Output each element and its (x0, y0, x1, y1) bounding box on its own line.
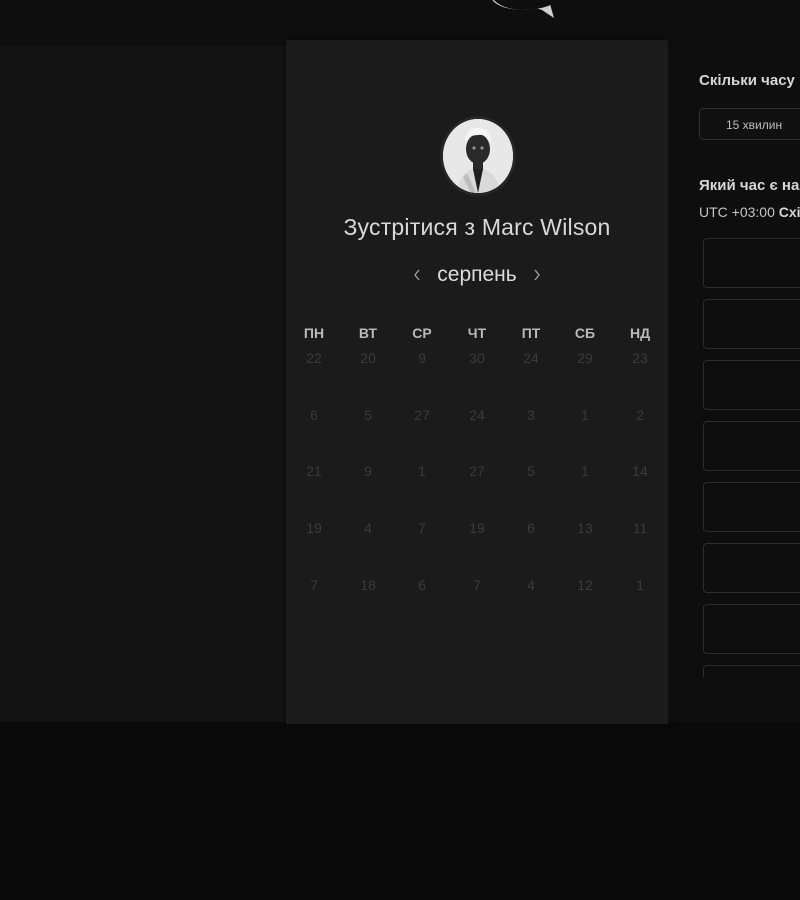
calendar-card: Зустрітися з Marc Wilson серпень ПН ВТ С… (286, 40, 668, 724)
calendar-day[interactable]: 7 (294, 577, 334, 593)
chevron-right-icon (534, 269, 540, 281)
calendar-day[interactable]: 30 (457, 350, 497, 366)
calendar-day[interactable]: 9 (348, 463, 388, 479)
calendar-day[interactable]: 29 (565, 350, 605, 366)
time-heading: Який час є на (699, 177, 800, 194)
calendar-day[interactable]: 1 (620, 577, 660, 593)
calendar-day[interactable]: 24 (511, 350, 551, 366)
calendar-day[interactable]: 4 (511, 577, 551, 593)
time-slot[interactable] (703, 421, 800, 471)
duration-select[interactable]: 15 хвилин (699, 108, 800, 140)
calendar-day[interactable]: 11 (620, 520, 660, 536)
timezone-offset: UTC +03:00 (699, 204, 775, 220)
calendar-day[interactable]: 27 (402, 407, 442, 423)
timezone-line[interactable]: UTC +03:00 Схі (699, 204, 800, 220)
weekday-thu: ЧТ (467, 325, 487, 341)
calendar-day[interactable]: 3 (511, 407, 551, 423)
calendar-day[interactable]: 18 (348, 577, 388, 593)
booking-page: Зустрітися з Marc Wilson серпень ПН ВТ С… (0, 0, 800, 900)
time-slot[interactable] (703, 299, 800, 349)
chat-logo-icon (492, 0, 559, 18)
calendar-day[interactable]: 1 (565, 463, 605, 479)
left-panel (0, 46, 286, 722)
calendar-day[interactable]: 1 (402, 463, 442, 479)
calendar-day[interactable]: 24 (457, 407, 497, 423)
host-name: Marc Wilson (481, 214, 611, 240)
weekday-fri: ПТ (521, 325, 541, 341)
chevron-left-icon (414, 269, 420, 281)
calendar-day[interactable]: 1 (565, 407, 605, 423)
time-slot[interactable] (703, 482, 800, 532)
calendar-day[interactable]: 5 (348, 407, 388, 423)
calendar-day[interactable]: 6 (402, 577, 442, 593)
weekday-wed: СР (412, 325, 432, 341)
next-month-button[interactable] (527, 263, 547, 287)
prev-month-button[interactable] (407, 263, 427, 287)
calendar-day[interactable]: 14 (620, 463, 660, 479)
calendar-day[interactable]: 21 (294, 463, 334, 479)
calendar-day[interactable]: 7 (402, 520, 442, 536)
calendar-day[interactable]: 13 (565, 520, 605, 536)
current-month-label: серпень (437, 263, 517, 286)
weekday-tue: ВТ (358, 325, 378, 341)
calendar-day[interactable]: 19 (294, 520, 334, 536)
time-slot[interactable] (703, 604, 800, 654)
weekday-sat: СБ (574, 325, 596, 341)
booking-panel: Скільки часу 15 хвилин Який час є на UTC… (668, 46, 800, 722)
calendar-day[interactable]: 12 (565, 577, 605, 593)
calendar-day[interactable]: 23 (620, 350, 660, 366)
weekday-mon: ПН (303, 325, 325, 341)
host-avatar (440, 116, 516, 196)
calendar-day[interactable]: 9 (402, 350, 442, 366)
weekday-sun: НД (629, 325, 651, 341)
calendar-day[interactable]: 6 (511, 520, 551, 536)
duration-heading: Скільки часу (699, 72, 795, 89)
calendar-day[interactable]: 5 (511, 463, 551, 479)
time-slot[interactable] (703, 360, 800, 410)
calendar-day[interactable]: 22 (294, 350, 334, 366)
calendar-day[interactable]: 20 (348, 350, 388, 366)
meeting-title-prefix: Зустрітися з (343, 214, 476, 240)
calendar-day[interactable]: 27 (457, 463, 497, 479)
calendar-day[interactable]: 19 (457, 520, 497, 536)
duration-value: 15 хвилин (726, 118, 783, 132)
month-navigation: серпень (286, 261, 668, 289)
meeting-title: Зустрітися з Marc Wilson (286, 214, 668, 241)
time-slot[interactable] (703, 543, 800, 593)
calendar-day[interactable]: 7 (457, 577, 497, 593)
time-slot[interactable] (703, 665, 800, 677)
calendar-day[interactable]: 2 (620, 407, 660, 423)
calendar-day[interactable]: 6 (294, 407, 334, 423)
timezone-name: Схі (778, 204, 800, 220)
person-icon (443, 119, 513, 193)
calendar-day[interactable]: 4 (348, 520, 388, 536)
time-slot[interactable] (703, 238, 800, 288)
